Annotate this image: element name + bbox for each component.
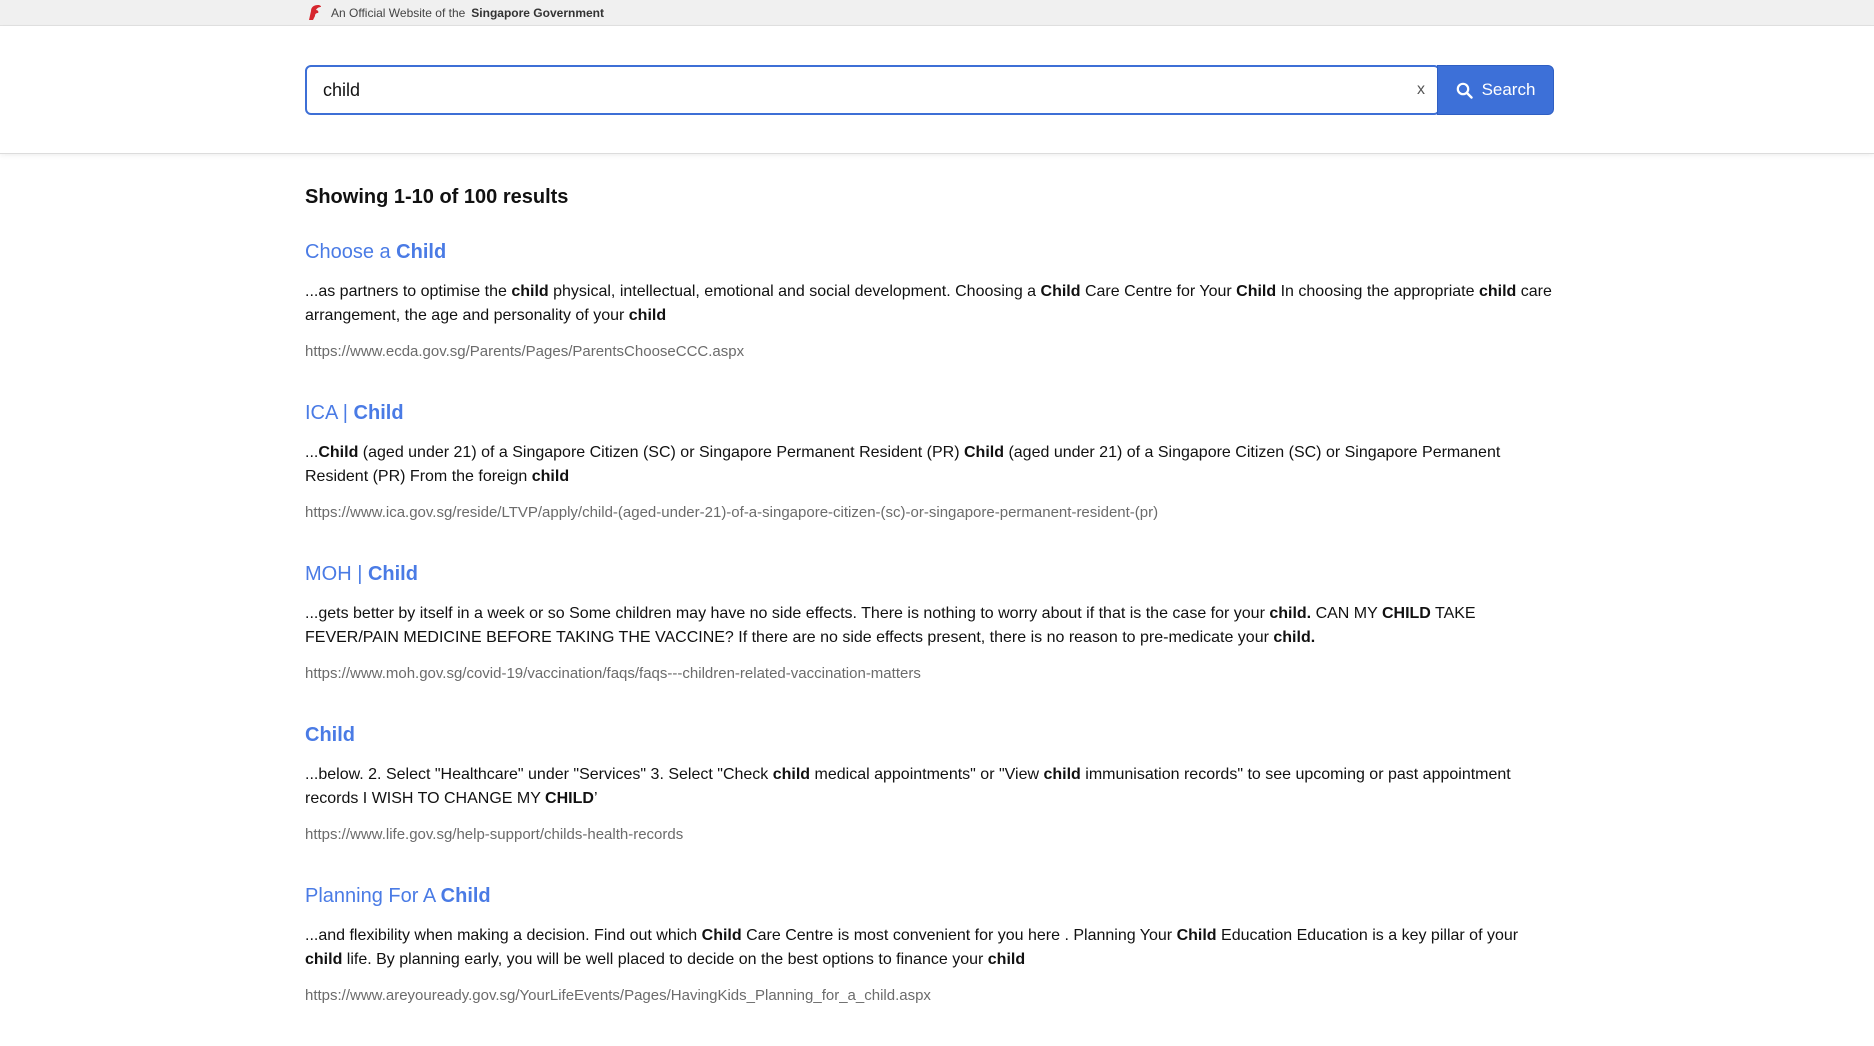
result-title-highlight: Child bbox=[305, 724, 355, 746]
result-snippet-text: ’ bbox=[593, 790, 598, 807]
result-url[interactable]: https://www.ica.gov.sg/reside/LTVP/apply… bbox=[305, 501, 1555, 525]
result-title-link[interactable]: ICA | Child bbox=[305, 402, 1555, 425]
result-snippet-text: Education Education is a key pillar of y… bbox=[1216, 927, 1519, 944]
search-result: Choose a Child ...as partners to optimise… bbox=[305, 241, 1555, 364]
result-title-link[interactable]: MOH | Child bbox=[305, 563, 1555, 586]
result-title-highlight: Child bbox=[440, 885, 491, 907]
masthead-prefix: An Official Website of the bbox=[331, 5, 466, 20]
result-snippet-highlight: child bbox=[1043, 766, 1081, 783]
result-snippet: ...as partners to optimise the child phy… bbox=[305, 280, 1555, 328]
result-count: Showing 1-10 of 100 results bbox=[305, 186, 569, 208]
result-snippet-highlight: CHILD bbox=[1381, 605, 1431, 622]
search-header: x Search bbox=[0, 26, 1874, 154]
result-snippet-text: ...below. 2. Select "Healthcare" under "… bbox=[305, 766, 773, 783]
result-title-text: MOH | bbox=[305, 563, 368, 585]
result-snippet-highlight: Child bbox=[1236, 283, 1277, 300]
result-snippet: ...below. 2. Select "Healthcare" under "… bbox=[305, 763, 1555, 811]
result-snippet-highlight: child bbox=[987, 951, 1026, 968]
result-title-link[interactable]: Child bbox=[305, 724, 1555, 747]
result-snippet-highlight: CHILD bbox=[545, 790, 594, 807]
result-snippet-highlight: child. bbox=[1273, 629, 1316, 646]
result-snippet-text: medical appointments" or "View bbox=[810, 766, 1044, 783]
result-snippet-highlight: child bbox=[628, 307, 667, 324]
result-list: Choose a Child ...as partners to optimise… bbox=[305, 241, 1555, 1008]
result-snippet-highlight: child bbox=[511, 283, 549, 300]
result-snippet-highlight: Child bbox=[1040, 283, 1081, 300]
result-title-text: Choose a bbox=[305, 241, 397, 263]
result-snippet-text: physical, intellectual, emotional and so… bbox=[548, 283, 1041, 300]
result-url[interactable]: https://www.moh.gov.sg/covid-19/vaccinat… bbox=[305, 662, 1555, 686]
result-snippet-text: life. By planning early, you will be wel… bbox=[342, 951, 988, 968]
search-result: Planning For A Child ...and flexibility w… bbox=[305, 885, 1555, 1008]
search-results: Showing 1-10 of 100 results Choose a Chi… bbox=[305, 186, 1555, 1046]
result-snippet-highlight: Child bbox=[1176, 927, 1217, 944]
result-url[interactable]: https://www.life.gov.sg/help-support/chi… bbox=[305, 823, 1555, 847]
result-snippet-text: ... bbox=[305, 444, 319, 461]
search-button[interactable]: Search bbox=[1437, 65, 1554, 115]
result-snippet-highlight: child bbox=[1478, 283, 1517, 300]
result-snippet-highlight: child bbox=[305, 951, 343, 968]
result-snippet-text: Care Centre is most convenient for you h… bbox=[741, 927, 1177, 944]
result-title-text: Planning For A bbox=[305, 885, 441, 907]
result-snippet-highlight: child. bbox=[1269, 605, 1312, 622]
official-website-masthead: An Official Website of the Singapore Gov… bbox=[0, 0, 1874, 26]
singapore-lion-head-icon bbox=[307, 4, 322, 21]
result-snippet: ...and flexibility when making a decisio… bbox=[305, 924, 1555, 972]
result-snippet-highlight: Child bbox=[318, 444, 359, 461]
result-title-link[interactable]: Planning For A Child bbox=[305, 885, 1555, 908]
search-box: x bbox=[305, 65, 1440, 115]
search-input[interactable] bbox=[307, 67, 1404, 113]
result-title-text: ICA | bbox=[305, 402, 354, 424]
result-snippet-text: ...and flexibility when making a decisio… bbox=[305, 927, 702, 944]
result-snippet-text: In choosing the appropriate bbox=[1276, 283, 1479, 300]
search-result: ICA | Child ...Child (aged under 21) of a… bbox=[305, 402, 1555, 525]
search-icon bbox=[1456, 82, 1473, 99]
result-snippet-text: (aged under 21) of a Singapore Citizen (… bbox=[358, 444, 964, 461]
result-snippet: ...gets better by itself in a week or so… bbox=[305, 602, 1555, 650]
result-url[interactable]: https://www.ecda.gov.sg/Parents/Pages/Pa… bbox=[305, 340, 1555, 364]
result-snippet-highlight: child bbox=[531, 468, 570, 485]
result-title-highlight: Child bbox=[353, 402, 404, 424]
result-snippet: ...Child (aged under 21) of a Singapore … bbox=[305, 441, 1555, 489]
clear-search-button[interactable]: x bbox=[1404, 81, 1438, 99]
search-button-label: Search bbox=[1481, 80, 1536, 99]
search-result: Child ...below. 2. Select "Healthcare" un… bbox=[305, 724, 1555, 847]
result-title-highlight: Child bbox=[396, 241, 447, 263]
masthead-gov-name: Singapore Government bbox=[471, 5, 604, 20]
result-url[interactable]: https://www.areyouready.gov.sg/YourLifeE… bbox=[305, 984, 1555, 1008]
result-snippet-highlight: child bbox=[772, 766, 811, 783]
result-snippet-text: ...gets better by itself in a week or so… bbox=[305, 605, 1270, 622]
search-result: MOH | Child ...gets better by itself in a… bbox=[305, 563, 1555, 686]
result-title-link[interactable]: Choose a Child bbox=[305, 241, 1555, 264]
result-title-highlight: Child bbox=[367, 563, 418, 585]
result-snippet-highlight: Child bbox=[964, 444, 1004, 461]
result-snippet-text: Care Centre for Your bbox=[1080, 283, 1237, 300]
result-snippet-highlight: Child bbox=[701, 927, 742, 944]
result-snippet-text: CAN MY bbox=[1311, 605, 1382, 622]
result-snippet-text: ...as partners to optimise the bbox=[305, 283, 512, 300]
